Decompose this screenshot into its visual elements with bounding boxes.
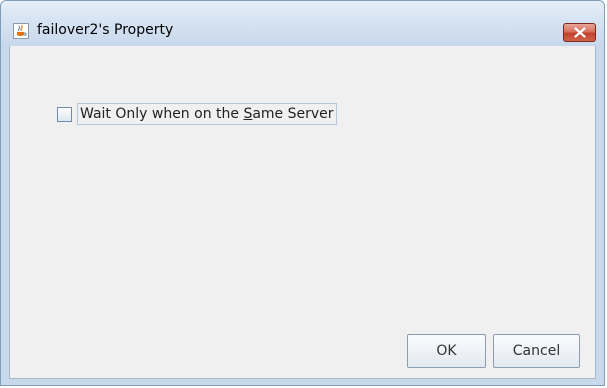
label-prefix: Wait Only when on the (80, 106, 244, 122)
close-button[interactable] (563, 23, 596, 42)
label-mnemonic: S (243, 106, 253, 122)
title-bar[interactable]: failover2's Property (1, 1, 604, 46)
ok-button[interactable]: OK (407, 334, 486, 368)
dialog-content: Wait Only when on the Same Server OK Can… (9, 46, 596, 379)
cancel-button[interactable]: Cancel (493, 334, 580, 368)
label-suffix: ame Server (252, 106, 334, 122)
wait-same-server-label[interactable]: Wait Only when on the Same Server (77, 103, 337, 125)
java-cup-icon (13, 23, 29, 39)
wait-same-server-option[interactable]: Wait Only when on the Same Server (57, 102, 337, 126)
window-title: failover2's Property (37, 22, 174, 38)
property-dialog: failover2's Property Wait Only when on t… (0, 0, 605, 386)
wait-same-server-checkbox[interactable] (57, 106, 72, 122)
close-icon (574, 27, 586, 38)
